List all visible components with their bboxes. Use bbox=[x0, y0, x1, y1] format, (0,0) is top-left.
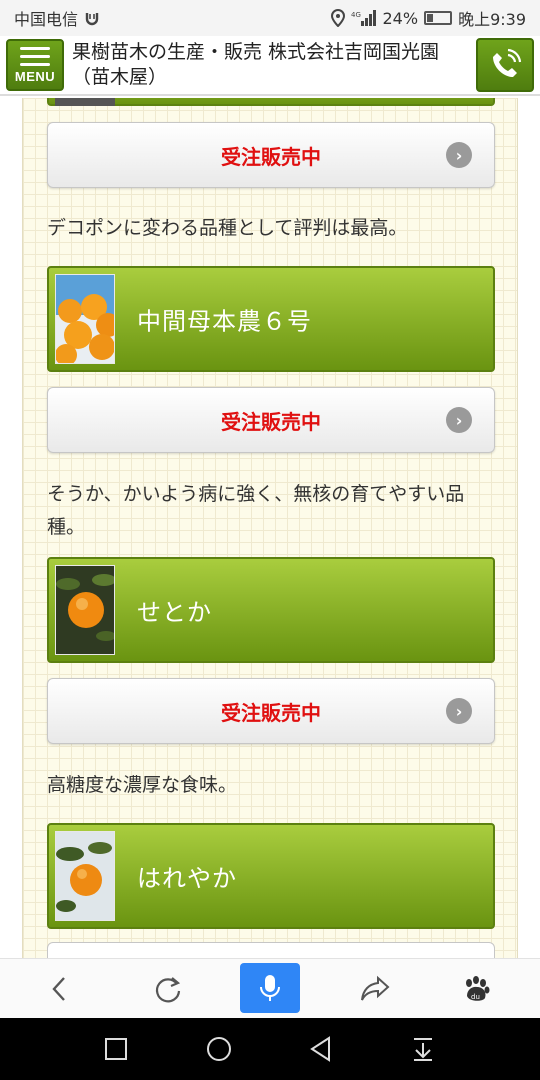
variety-banner-partial[interactable] bbox=[47, 98, 495, 106]
phone-icon bbox=[493, 48, 522, 77]
order-label: 受注販売中 bbox=[221, 409, 321, 434]
status-bar: 中国电信 4G 24% 晚上9:39 bbox=[0, 0, 540, 36]
back-triangle-icon bbox=[310, 1036, 330, 1062]
orange-photo bbox=[55, 274, 115, 364]
variety-banner[interactable]: 中間母本農６号 bbox=[47, 266, 495, 372]
site-title: 果樹苗木の生産・販売 株式会社吉岡国光園（苗木屋） bbox=[72, 41, 440, 88]
chevron-right-icon: › bbox=[446, 407, 472, 433]
system-back-button[interactable] bbox=[291, 1018, 351, 1080]
order-button[interactable]: 受注販売中 › bbox=[47, 387, 495, 453]
share-icon bbox=[361, 975, 390, 1001]
variety-name: 中間母本農６号 bbox=[137, 307, 312, 336]
menu-label: MENU bbox=[14, 68, 56, 84]
clock: 晚上9:39 bbox=[458, 10, 526, 29]
screen: 中国电信 4G 24% 晚上9:39 MENU 果樹苗木の生産・販売 株式会社吉… bbox=[0, 0, 540, 1080]
battery-percent: 24% bbox=[382, 8, 419, 28]
order-label: 受注販売中 bbox=[221, 144, 321, 169]
orange-photo bbox=[55, 831, 115, 921]
variety-description: そうか、かいよう病に強く、無核の育てやすい品種。 bbox=[47, 483, 465, 538]
site-header: MENU 果樹苗木の生産・販売 株式会社吉岡国光園（苗木屋） bbox=[0, 36, 540, 96]
svg-text:du: du bbox=[471, 993, 480, 1001]
svg-text:4G: 4G bbox=[351, 11, 361, 19]
chevron-right-icon: › bbox=[446, 142, 472, 168]
system-nav-bar bbox=[0, 1018, 540, 1080]
variety-banner[interactable]: せとか bbox=[47, 557, 495, 663]
download-icon bbox=[414, 1038, 432, 1061]
hamburger-icon bbox=[20, 46, 50, 66]
carrier-label: 中国电信 bbox=[14, 10, 79, 29]
home-button[interactable] bbox=[189, 1018, 249, 1080]
order-button[interactable]: 受注販売中 › bbox=[47, 678, 495, 744]
back-button[interactable] bbox=[30, 959, 90, 1019]
sim-icon bbox=[85, 13, 99, 26]
order-label: 受注販売中 bbox=[221, 700, 321, 725]
variety-description: デコポンに変わる品種として評判は最高。 bbox=[47, 217, 408, 239]
voice-search-button[interactable] bbox=[240, 963, 300, 1013]
recent-apps-button[interactable] bbox=[86, 1018, 146, 1080]
refresh-icon bbox=[155, 977, 181, 1003]
recent-apps-icon bbox=[105, 1038, 127, 1060]
product-list: 受注販売中 › デコポンに変わる品種として評判は最高。 中間母本農６号 受注販売… bbox=[22, 98, 518, 958]
menu-button[interactable]: MENU bbox=[6, 39, 64, 91]
back-icon bbox=[52, 977, 65, 1001]
share-button[interactable] bbox=[345, 959, 405, 1019]
battery-icon bbox=[424, 11, 453, 25]
variety-name: せとか bbox=[137, 598, 212, 627]
order-button[interactable]: 受注販売中 › bbox=[47, 122, 495, 188]
baidu-button[interactable]: du bbox=[446, 959, 506, 1019]
order-button-partial[interactable] bbox=[47, 942, 495, 958]
location-icon bbox=[330, 9, 345, 27]
thumbnail-partial bbox=[55, 98, 115, 106]
variety-description: 高糖度な濃厚な食味。 bbox=[47, 774, 238, 796]
refresh-button[interactable] bbox=[138, 959, 198, 1019]
paw-icon: du bbox=[466, 976, 490, 1001]
home-icon bbox=[207, 1037, 231, 1061]
phone-button[interactable] bbox=[476, 38, 534, 92]
variety-banner[interactable]: はれやか bbox=[47, 823, 495, 929]
variety-name: はれやか bbox=[137, 864, 237, 893]
notification-pull-button[interactable] bbox=[393, 1018, 453, 1080]
browser-toolbar: du bbox=[0, 958, 540, 1018]
microphone-icon bbox=[260, 975, 280, 1001]
signal-icon: 4G bbox=[351, 10, 376, 26]
chevron-right-icon: › bbox=[446, 698, 472, 724]
orange-photo bbox=[55, 565, 115, 655]
